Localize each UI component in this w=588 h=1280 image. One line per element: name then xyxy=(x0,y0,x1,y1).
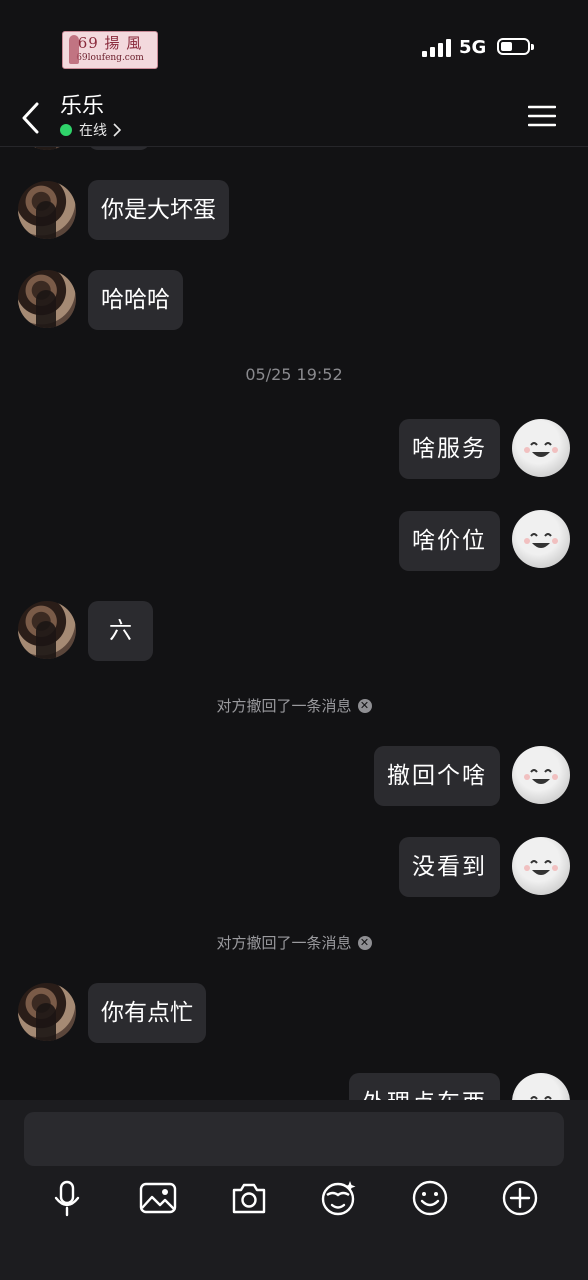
contact-name[interactable]: 乐乐 xyxy=(60,93,104,121)
message-bubble-incoming[interactable]: 你有点忙 xyxy=(88,983,206,1043)
recall-notice: 对方撤回了一条消息 ✕ xyxy=(0,933,588,953)
smiley-face-icon xyxy=(524,533,558,548)
contact-avatar[interactable] xyxy=(18,601,76,659)
smiley-face-icon xyxy=(524,860,558,875)
recall-notice-text: 对方撤回了一条消息 xyxy=(216,697,352,715)
emoji-icon[interactable] xyxy=(410,1178,450,1218)
sticker-icon[interactable] xyxy=(319,1178,359,1218)
presence-status[interactable]: 在线 xyxy=(60,122,121,140)
presence-label: 在线 xyxy=(79,123,107,139)
recall-notice: 对方撤回了一条消息 ✕ xyxy=(0,696,588,716)
message-bubble-outgoing[interactable]: 没看到 xyxy=(399,837,500,897)
self-avatar[interactable] xyxy=(512,510,570,568)
smiley-face-icon xyxy=(530,1096,552,1100)
contact-avatar[interactable] xyxy=(18,983,76,1041)
network-type: 5G xyxy=(459,37,487,58)
chevron-right-icon xyxy=(113,123,121,137)
message-timestamp: 05/25 19:52 xyxy=(245,365,343,384)
close-circle-icon[interactable]: ✕ xyxy=(357,935,372,950)
plus-icon[interactable] xyxy=(500,1178,540,1218)
watermark-figure-icon xyxy=(69,35,79,64)
message-input[interactable] xyxy=(24,1112,564,1166)
message-bubble-incoming[interactable]: 哈哈哈 xyxy=(88,270,183,330)
message-bubble-outgoing[interactable]: 撤回个啥 xyxy=(374,746,500,806)
close-circle-icon[interactable]: ✕ xyxy=(357,698,372,713)
self-avatar[interactable] xyxy=(512,746,570,804)
battery-fill xyxy=(501,42,512,51)
watermark-logo: 69 揚 風 69loufeng.com xyxy=(62,31,158,69)
back-arrow-icon[interactable] xyxy=(18,98,46,138)
signal-icon xyxy=(422,39,452,57)
message-bubble-outgoing[interactable]: 外理点车西 xyxy=(349,1073,500,1100)
composer-bar xyxy=(0,1100,588,1280)
contact-avatar[interactable] xyxy=(18,270,76,328)
message-bubble-partial xyxy=(88,147,150,150)
chat-header: 乐乐 在线 xyxy=(0,90,588,147)
message-bubble-incoming[interactable]: 你是大坏蛋 xyxy=(88,180,229,240)
recall-notice-text: 对方撤回了一条消息 xyxy=(216,934,352,952)
microphone-icon[interactable] xyxy=(47,1178,87,1218)
self-avatar[interactable] xyxy=(512,419,570,477)
contact-avatar[interactable] xyxy=(18,181,76,239)
smiley-face-icon xyxy=(524,769,558,784)
image-icon[interactable] xyxy=(138,1178,178,1218)
message-bubble-outgoing[interactable]: 啥价位 xyxy=(399,511,500,571)
message-bubble-outgoing[interactable]: 啥服务 xyxy=(399,419,500,479)
menu-icon[interactable] xyxy=(528,105,556,127)
contact-avatar[interactable] xyxy=(18,147,76,150)
smiley-face-icon xyxy=(524,442,558,457)
self-avatar[interactable] xyxy=(512,837,570,895)
self-avatar[interactable] xyxy=(512,1073,570,1100)
message-bubble-incoming[interactable]: 六 xyxy=(88,601,153,661)
battery-icon xyxy=(497,38,534,55)
camera-icon[interactable] xyxy=(229,1178,269,1218)
status-bar: 69 揚 風 69loufeng.com 5G xyxy=(0,0,588,90)
message-list[interactable]: 你是大坏蛋 哈哈哈 05/25 19:52 啥服务 啥价位 六 对方撤回了一条消… xyxy=(0,147,588,1100)
online-dot-icon xyxy=(60,124,72,136)
